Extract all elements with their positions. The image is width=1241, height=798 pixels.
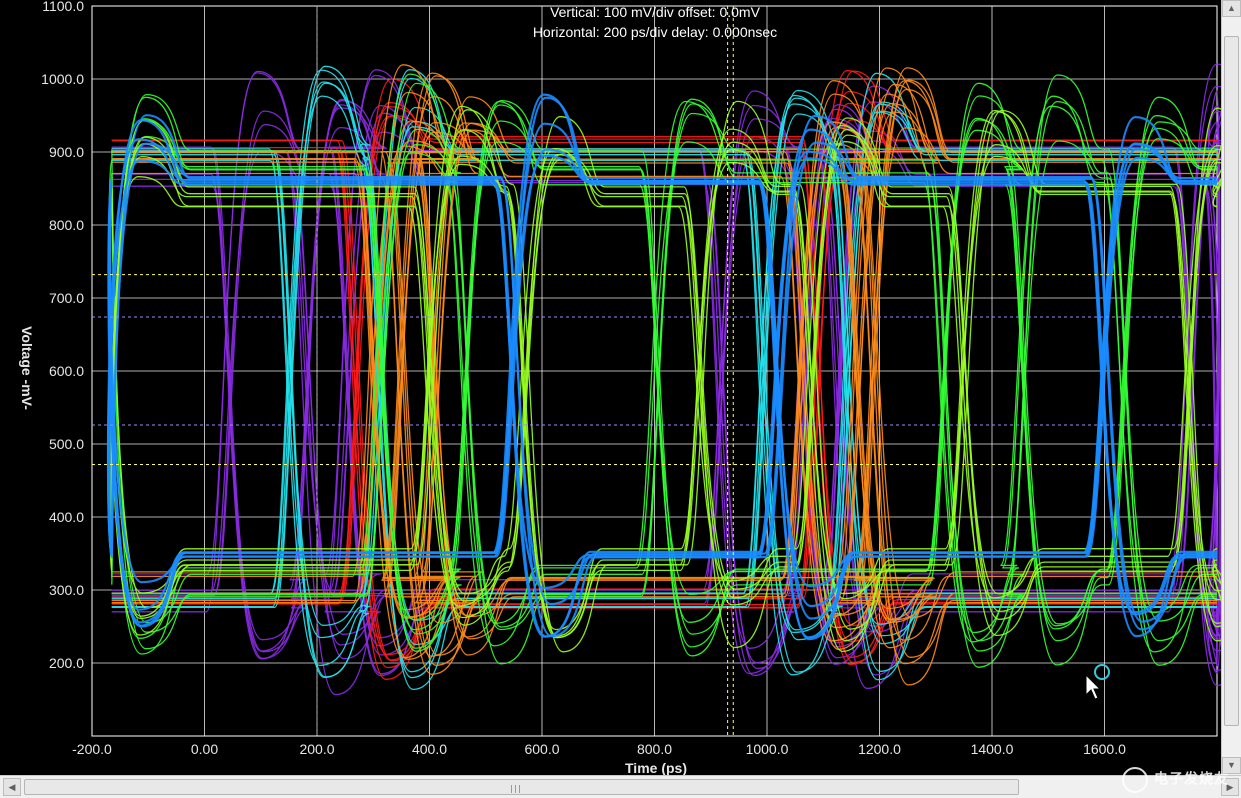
watermark-logo-icon	[1122, 767, 1148, 793]
vertical-scale-readout: Vertical: 100 mV/div offset: 0.0mV	[550, 4, 761, 20]
x-tick-label: 800.0	[637, 741, 672, 757]
eye-diagram-chart: 1100.0 1000.0 900.0 800.0 700.0 600.0 500.0 400…	[0, 0, 1230, 776]
y-tick-label: 800.0	[49, 217, 84, 233]
x-tick-label: 1200.0	[858, 741, 901, 757]
x-tick-label: 600.0	[524, 741, 559, 757]
y-tick-label: 200.0	[49, 655, 84, 671]
y-tick-label: 600.0	[49, 363, 84, 379]
scroll-up-arrow-icon[interactable]: ▲	[1222, 0, 1241, 17]
x-tick-label: 400.0	[412, 741, 447, 757]
oscilloscope-display: 1100.0 1000.0 900.0 800.0 700.0 600.0 500.0 400…	[0, 0, 1241, 798]
vertical-scroll-thumb[interactable]	[1224, 36, 1239, 726]
x-tick-label: 1000.0	[746, 741, 789, 757]
y-tick-label: 700.0	[49, 290, 84, 306]
x-tick-label: -200.0	[72, 741, 112, 757]
scroll-left-arrow-icon[interactable]: ◀	[3, 778, 21, 796]
x-tick-label: 1600.0	[1083, 741, 1126, 757]
y-tick-label: 900.0	[49, 144, 84, 160]
x-axis-label: Time (ps)	[625, 760, 687, 775]
y-tick-label: 1000.0	[41, 71, 84, 87]
x-tick-label: 200.0	[299, 741, 334, 757]
watermark-label: 电子发烧友	[1154, 770, 1229, 787]
horizontal-scrollbar[interactable]: ◀ ▶	[0, 775, 1241, 798]
y-tick-label: 400.0	[49, 509, 84, 525]
y-tick-label: 500.0	[49, 436, 84, 452]
x-tick-label: 1400.0	[971, 741, 1014, 757]
watermark: 电子发烧友	[1122, 767, 1229, 793]
x-tick-label: 0.00	[191, 741, 218, 757]
y-tick-label: 300.0	[49, 582, 84, 598]
y-tick-label: 1100.0	[42, 0, 84, 14]
horizontal-scroll-thumb[interactable]	[24, 779, 1019, 795]
y-axis-label: Voltage -mV-	[19, 326, 35, 410]
horizontal-scale-readout: Horizontal: 200 ps/div delay: 0.000nsec	[533, 24, 777, 40]
vertical-scrollbar[interactable]: ▲ ▼	[1221, 0, 1241, 775]
